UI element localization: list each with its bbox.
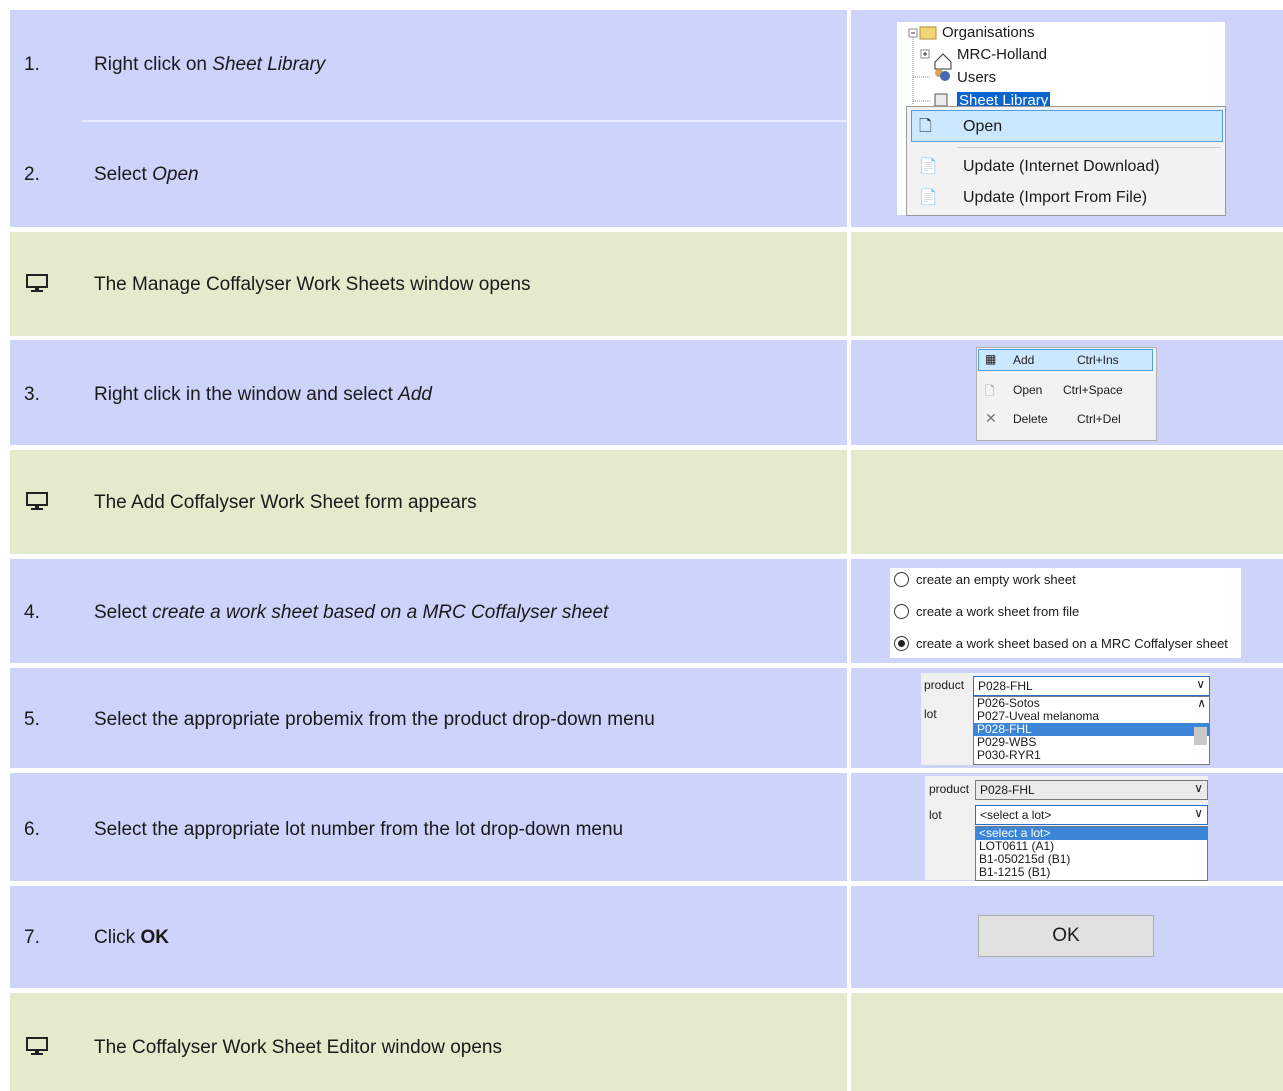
- update-import-icon: 📄: [919, 189, 938, 206]
- radio-from-file[interactable]: create a work sheet from file: [894, 604, 1079, 619]
- step-emphasis: create a work sheet based on a MRC Coffa…: [152, 602, 609, 623]
- step-text-cell: 7. Click OK: [10, 886, 847, 988]
- context-item-update-download[interactable]: Update (Internet Download): [963, 158, 1160, 176]
- empty-cell: [851, 232, 1283, 336]
- radio-label: create an empty work sheet: [916, 572, 1076, 587]
- menu-item-add[interactable]: Add: [1013, 353, 1034, 367]
- chevron-down-icon: ∨: [1194, 781, 1203, 795]
- context-item-open[interactable]: Open: [963, 118, 1002, 136]
- lot-options-list[interactable]: <select a lot> LOT0611 (A1) B1-050215d (…: [975, 826, 1208, 881]
- step-text-cell: 4. Select create a work sheet based on a…: [10, 559, 847, 663]
- menu-item-delete[interactable]: Delete: [1013, 412, 1048, 426]
- product-select[interactable]: P028-FHL ∨: [973, 676, 1210, 696]
- step-text-cell: 3. Right click in the window and select …: [10, 340, 847, 445]
- add-context-menu: ▦ Add Ctrl+Ins 🗋 Open Ctrl+Space ✕ Delet…: [976, 347, 1157, 441]
- step-text-cell: 5. Select the appropriate probemix from …: [10, 668, 847, 768]
- shortcut-add: Ctrl+Ins: [1077, 353, 1119, 367]
- radio-label: create a work sheet based on a MRC Coffa…: [916, 636, 1228, 651]
- chevron-down-icon: ∨: [1194, 806, 1203, 820]
- menu-divider: [957, 147, 1221, 148]
- lot-select-value: <select a lot>: [980, 808, 1052, 822]
- radio-mrc-sheet[interactable]: create a work sheet based on a MRC Coffa…: [894, 636, 1228, 651]
- tree-item-mrc-holland[interactable]: MRC-Holland: [957, 46, 1047, 63]
- step-emphasis: Open: [152, 164, 199, 185]
- ok-button[interactable]: OK: [978, 915, 1154, 957]
- step-text: Select Open: [94, 164, 199, 185]
- open-icon: 🗋: [919, 118, 932, 135]
- tree-item-users[interactable]: Users: [957, 69, 996, 86]
- result-text-cell: The Manage Coffalyser Work Sheets window…: [10, 232, 847, 336]
- scrollbar-thumb[interactable]: [1194, 727, 1207, 745]
- step-text: Select the appropriate probemix from the…: [94, 709, 655, 730]
- menu-highlight: [978, 349, 1153, 371]
- step-number: 1.: [24, 54, 40, 75]
- step-number: 2.: [24, 164, 40, 185]
- step-text: Select create a work sheet based on a MR…: [94, 602, 609, 623]
- product-dropdown-screenshot: product lot P028-FHL ∨ P026-Sotos P027-U…: [921, 673, 1210, 765]
- step-strong: OK: [140, 927, 169, 948]
- option[interactable]: B1-1215 (B1): [976, 866, 1207, 879]
- delete-icon: ✕: [985, 410, 997, 426]
- open-icon: 🗋: [985, 384, 995, 398]
- result-text: The Manage Coffalyser Work Sheets window…: [94, 274, 531, 295]
- radio-button[interactable]: [894, 604, 909, 619]
- step-text: Click OK: [94, 927, 169, 948]
- row-separator: [82, 120, 847, 122]
- lot-label: lot: [924, 707, 937, 721]
- radio-empty-sheet[interactable]: create an empty work sheet: [894, 572, 1076, 587]
- context-menu-highlight: [911, 110, 1223, 142]
- option[interactable]: P030-RYR1: [974, 749, 1209, 762]
- result-text-cell: The Add Coffalyser Work Sheet form appea…: [10, 450, 847, 554]
- result-row-3: The Coffalyser Work Sheet Editor window …: [10, 993, 1283, 1091]
- step-number: 5.: [24, 709, 40, 730]
- lot-dropdown-screenshot: product lot P028-FHL ∨ <select a lot> ∨ …: [925, 776, 1208, 881]
- monitor-icon: [26, 274, 48, 292]
- context-item-update-import[interactable]: Update (Import From File): [963, 189, 1147, 207]
- monitor-icon: [26, 492, 48, 510]
- shortcut-open: Ctrl+Space: [1063, 383, 1123, 397]
- tree-item-organisations[interactable]: Organisations: [942, 24, 1035, 41]
- radio-label: create a work sheet from file: [916, 604, 1080, 619]
- monitor-icon: [26, 1037, 48, 1055]
- result-text: The Coffalyser Work Sheet Editor window …: [94, 1037, 502, 1058]
- step-text-cell: 1. Right click on Sheet Library 2. Selec…: [10, 10, 847, 227]
- radio-button[interactable]: [894, 572, 909, 587]
- lot-select[interactable]: <select a lot> ∨: [975, 805, 1208, 825]
- result-text-cell: The Coffalyser Work Sheet Editor window …: [10, 993, 847, 1091]
- product-select-value: P028-FHL: [978, 679, 1033, 693]
- worksheet-type-radios: create an empty work sheet create a work…: [890, 568, 1241, 658]
- step-text-cell: 6. Select the appropriate lot number fro…: [10, 773, 847, 881]
- step-text: Right click on Sheet Library: [94, 54, 326, 75]
- step-number: 3.: [24, 384, 40, 405]
- step-text: Right click in the window and select Add: [94, 384, 432, 405]
- product-label: product: [929, 782, 970, 796]
- result-text: The Add Coffalyser Work Sheet form appea…: [94, 492, 477, 513]
- product-select-value: P028-FHL: [980, 783, 1035, 797]
- shortcut-delete: Ctrl+Del: [1077, 412, 1121, 426]
- menu-item-open[interactable]: Open: [1013, 383, 1042, 397]
- step-number: 6.: [24, 819, 40, 840]
- radio-button-selected[interactable]: [894, 636, 909, 651]
- context-menu: 🗋 Open 📄 Update (Internet Download) 📄 Up…: [906, 106, 1226, 216]
- lot-label: lot: [929, 808, 942, 822]
- result-row-2: The Add Coffalyser Work Sheet form appea…: [10, 450, 1283, 554]
- scroll-up-icon[interactable]: ∧: [1197, 697, 1206, 710]
- add-icon: ▦: [985, 352, 997, 366]
- product-select[interactable]: P028-FHL ∨: [975, 780, 1208, 800]
- step-emphasis: Sheet Library: [212, 54, 326, 75]
- step-number: 7.: [24, 927, 40, 948]
- step-emphasis: Add: [398, 384, 432, 405]
- chevron-down-icon: ∨: [1196, 677, 1205, 691]
- product-options-list[interactable]: P026-Sotos P027-Uveal melanoma P028-FHL …: [973, 696, 1210, 765]
- update-download-icon: 📄: [919, 158, 938, 175]
- step-text: Select the appropriate lot number from t…: [94, 819, 624, 840]
- step-number: 4.: [24, 602, 40, 623]
- empty-cell: [851, 993, 1283, 1091]
- empty-cell: [851, 450, 1283, 554]
- result-row-1: The Manage Coffalyser Work Sheets window…: [10, 232, 1283, 336]
- product-label: product: [924, 678, 965, 692]
